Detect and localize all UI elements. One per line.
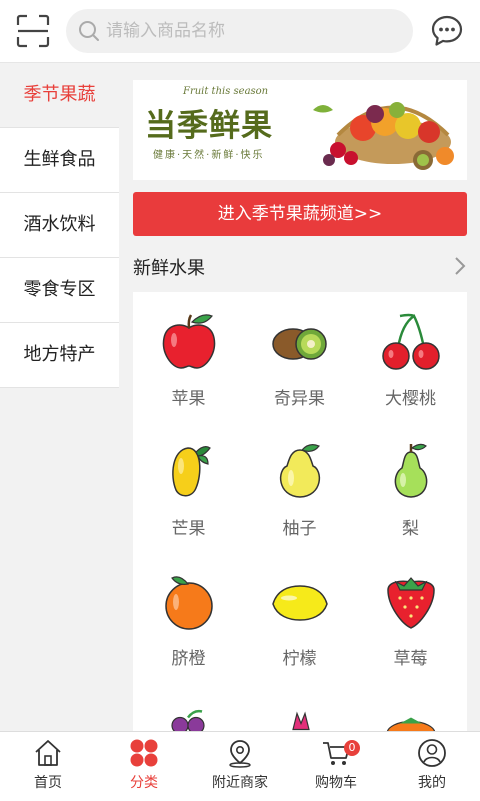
persimmon-icon bbox=[386, 717, 436, 732]
fruit-item-mango[interactable]: 芒果 bbox=[133, 422, 244, 552]
grape-icon bbox=[171, 709, 205, 732]
tab-profile[interactable]: 我的 bbox=[384, 732, 480, 801]
lemon-icon bbox=[272, 585, 328, 621]
search-icon bbox=[79, 21, 99, 41]
sidebar-item-local-specialty[interactable]: 地方特产 bbox=[0, 323, 119, 388]
tab-label: 分类 bbox=[130, 775, 158, 791]
fruit-label: 脐橙 bbox=[171, 649, 206, 669]
mango-icon bbox=[172, 446, 211, 497]
pomelo-icon bbox=[279, 444, 321, 498]
orange-icon bbox=[165, 576, 213, 630]
sidebar-item-seasonal-produce[interactable]: 季节果蔬 bbox=[0, 63, 119, 128]
tab-label: 我的 bbox=[418, 775, 446, 791]
seasonal-fruit-banner[interactable]: Fruit this season 当季鲜果 健康·天然·新鲜·快乐 bbox=[133, 80, 467, 180]
bottom-tab-bar: 首页 分类 附近商家 0 购物车 我的 bbox=[0, 731, 480, 801]
fruit-item-apple[interactable]: 苹果 bbox=[133, 292, 244, 422]
sidebar-item-fresh-food[interactable]: 生鲜食品 bbox=[0, 128, 119, 193]
apple-icon bbox=[162, 314, 216, 369]
tab-label: 购物车 bbox=[315, 775, 357, 791]
section-title: 新鲜水果 bbox=[133, 258, 205, 279]
dragon-fruit-icon bbox=[292, 711, 310, 731]
fruit-item-cherry[interactable]: 大樱桃 bbox=[355, 292, 466, 422]
banner-subtitle: 健康·天然·新鲜·快乐 bbox=[153, 150, 265, 161]
fruit-item-kiwi[interactable]: 奇异果 bbox=[244, 292, 355, 422]
fruit-label: 芒果 bbox=[171, 519, 206, 539]
fruit-label: 柠檬 bbox=[282, 649, 317, 669]
fruit-grid: 苹果 奇异果 大樱桃 芒果 柚子 梨 脐橙 柠檬 草莓 bbox=[133, 292, 467, 732]
sidebar-item-drinks[interactable]: 酒水饮料 bbox=[0, 193, 119, 258]
fruit-item-pear[interactable]: 梨 bbox=[355, 422, 466, 552]
home-icon bbox=[35, 740, 61, 766]
category-sidebar: 季节果蔬 生鲜食品 酒水饮料 零食专区 地方特产 bbox=[0, 63, 119, 388]
fruit-label: 草莓 bbox=[393, 649, 428, 669]
tab-label: 首页 bbox=[34, 775, 62, 791]
chevron-right-icon bbox=[455, 257, 466, 275]
fruit-item-lemon[interactable]: 柠檬 bbox=[244, 552, 355, 682]
fruit-item-strawberry[interactable]: 草莓 bbox=[355, 552, 466, 682]
cherry-icon bbox=[382, 313, 440, 370]
chat-bubble-icon[interactable] bbox=[430, 14, 464, 48]
strawberry-icon bbox=[387, 577, 435, 629]
fruit-label: 大樱桃 bbox=[385, 389, 436, 409]
fruit-label: 苹果 bbox=[171, 389, 206, 409]
user-icon bbox=[418, 739, 446, 767]
fruit-item-pomelo[interactable]: 柚子 bbox=[244, 422, 355, 552]
enter-seasonal-channel-button[interactable]: 进入季节果蔬频道>> bbox=[133, 192, 467, 236]
cart-count-badge: 0 bbox=[344, 740, 360, 756]
category-content: Fruit this season 当季鲜果 健康·天然·新鲜·快乐 进入季节果… bbox=[133, 80, 467, 732]
section-header[interactable]: 新鲜水果 bbox=[133, 236, 467, 292]
location-pin-icon bbox=[229, 740, 251, 768]
fruit-basket-image bbox=[313, 102, 454, 170]
fruit-label: 柚子 bbox=[282, 519, 317, 539]
fruit-label: 梨 bbox=[402, 519, 419, 539]
category-icon bbox=[130, 739, 158, 767]
tab-nearby-merchants[interactable]: 附近商家 bbox=[192, 732, 288, 801]
search-input[interactable] bbox=[106, 9, 401, 53]
tab-home[interactable]: 首页 bbox=[0, 732, 96, 801]
scan-icon[interactable] bbox=[16, 14, 50, 48]
fruit-item-navel-orange[interactable]: 脐橙 bbox=[133, 552, 244, 682]
tab-category[interactable]: 分类 bbox=[96, 732, 192, 801]
tab-cart[interactable]: 0 购物车 bbox=[288, 732, 384, 801]
pear-icon bbox=[394, 443, 428, 498]
banner-script-text: Fruit this season bbox=[183, 86, 269, 97]
banner-title: 当季鲜果 bbox=[145, 108, 273, 144]
header bbox=[0, 0, 480, 63]
search-bar[interactable] bbox=[66, 9, 413, 53]
kiwi-icon bbox=[272, 328, 327, 360]
sidebar-item-snacks[interactable]: 零食专区 bbox=[0, 258, 119, 323]
tab-label: 附近商家 bbox=[212, 775, 268, 791]
fruit-label: 奇异果 bbox=[274, 389, 325, 409]
